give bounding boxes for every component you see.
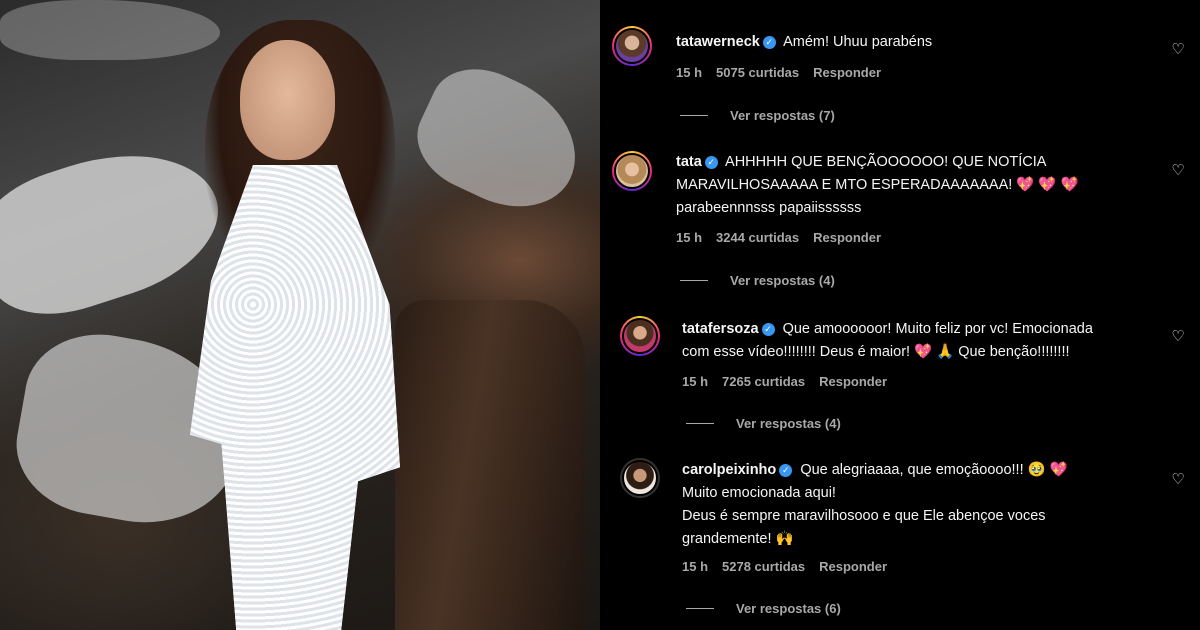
view-replies-button[interactable]: Ver respostas (7) (680, 108, 835, 123)
reply-button[interactable]: Responder (813, 230, 881, 245)
avatar[interactable] (620, 458, 660, 498)
heart-emoji: 💖 💖 💖 (1016, 177, 1079, 193)
comment-username[interactable]: tata (676, 154, 702, 170)
replies-divider (680, 280, 708, 281)
verified-badge-icon: ✓ (761, 323, 775, 336)
comment-meta: 15 h 3244 curtidas Responder (676, 230, 895, 245)
replies-divider (680, 115, 708, 116)
replies-divider (686, 608, 714, 609)
comment-likes[interactable]: 5278 curtidas (722, 559, 805, 574)
comment-text-line: Muito emocionada aqui! (682, 485, 836, 501)
emoji-raised-hands: 🙌 (775, 531, 794, 547)
view-replies-button[interactable]: Ver respostas (6) (686, 601, 841, 616)
verified-badge-icon: ✓ (762, 36, 776, 49)
comment-meta: 15 h 7265 curtidas Responder (682, 374, 901, 389)
avatar[interactable] (620, 316, 660, 356)
comment-text-line: com esse vídeo!!!!!!!! Deus é maior! (682, 344, 911, 360)
view-replies-label: Ver respostas (4) (736, 416, 841, 431)
heart-outline-icon[interactable]: ♡ (1171, 472, 1185, 487)
comment-time: 15 h (676, 230, 703, 245)
comment-text-line: grandemente! (682, 531, 772, 547)
comment-likes[interactable]: 5075 curtidas (716, 65, 799, 80)
reply-button[interactable]: Responder (813, 65, 881, 80)
reply-button[interactable]: Responder (819, 374, 887, 389)
avatar[interactable] (612, 26, 652, 66)
view-replies-button[interactable]: Ver respostas (4) (686, 416, 841, 431)
heart-outline-icon[interactable]: ♡ (1171, 42, 1185, 57)
rock-formation (402, 51, 598, 229)
rock-formation (0, 0, 220, 60)
replies-divider (686, 423, 714, 424)
view-replies-label: Ver respostas (4) (730, 273, 835, 288)
comment-meta: 15 h 5278 curtidas Responder (682, 559, 901, 574)
view-replies-label: Ver respostas (6) (736, 601, 841, 616)
emoji-teary-heart: 🥹 💖 (1027, 462, 1068, 478)
heart-outline-icon[interactable]: ♡ (1171, 163, 1185, 178)
post-photo (0, 0, 600, 630)
reply-button[interactable]: Responder (819, 559, 887, 574)
comment-time: 15 h (682, 559, 709, 574)
comment-text: Amém! Uhuu parabéns (783, 34, 933, 50)
comment-meta: 15 h 5075 curtidas Responder (676, 65, 895, 80)
comment-text-line: Que benção!!!!!!!! (958, 344, 1070, 360)
comment-text-line: AHHHHH QUE BENÇÃOOOOOO! QUE NOTÍCIA (725, 154, 1047, 170)
comment-text-line: Que alegriaaaa, que emoçãoooo!!! (800, 462, 1024, 478)
view-replies-label: Ver respostas (7) (730, 108, 835, 123)
tree-trunk (395, 300, 585, 630)
avatar[interactable] (612, 151, 652, 191)
comment-time: 15 h (676, 65, 703, 80)
comment-likes[interactable]: 7265 curtidas (722, 374, 805, 389)
comments-panel: tatawerneck ✓ Amém! Uhuu parabéns 15 h 507… (600, 0, 1200, 630)
comment-username[interactable]: carolpeixinho (682, 462, 776, 478)
woman-face (240, 40, 335, 160)
comment-time: 15 h (682, 374, 709, 389)
comment-username[interactable]: tatafersoza (682, 321, 759, 337)
heart-outline-icon[interactable]: ♡ (1171, 329, 1185, 344)
comment-likes[interactable]: 3244 curtidas (716, 230, 799, 245)
verified-badge-icon: ✓ (704, 156, 718, 169)
emoji-heart-pray: 💖 🙏 (914, 344, 955, 360)
verified-badge-icon: ✓ (779, 464, 793, 477)
comment-username[interactable]: tatawerneck (676, 34, 760, 50)
comment-text-line: Que amoooooor! Muito feliz por vc! Emoci… (782, 321, 1093, 337)
view-replies-button[interactable]: Ver respostas (4) (680, 273, 835, 288)
comment-text-line: parabeennnsss papaiissssss (676, 200, 862, 216)
rock-formation (0, 126, 236, 334)
comment-text-line: MARAVILHOSAAAAA E MTO ESPERADAAAAAAA! (676, 177, 1013, 193)
comment-text-line: Deus é sempre maravilhosooo e que Ele ab… (682, 508, 1046, 524)
